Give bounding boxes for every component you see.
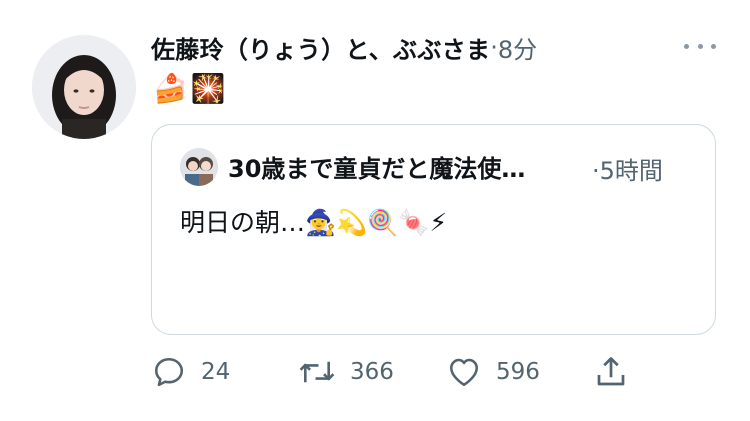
retweet-button[interactable]: 366	[298, 352, 394, 392]
tweet-text: 🍰🎇	[153, 71, 229, 107]
more-icon[interactable]	[684, 36, 716, 56]
quoted-time-separator: ·	[592, 157, 600, 185]
tweet-actions: 24 366 596	[151, 352, 641, 392]
cake-emoji: 🍰	[153, 72, 191, 105]
share-button[interactable]	[593, 352, 629, 392]
like-count: 596	[496, 359, 540, 385]
author-display-name[interactable]: 佐藤玲（りょう）と、ぶぶさま	[151, 36, 490, 64]
tweet-timestamp[interactable]: 8分	[498, 36, 537, 64]
heart-icon	[449, 358, 479, 387]
reply-icon	[154, 357, 184, 387]
quoted-author-display-name: 30歳まで童貞だと魔法使…	[228, 155, 526, 183]
more-dot	[711, 43, 716, 49]
author-avatar[interactable]	[32, 35, 136, 139]
quoted-author-avatar	[180, 148, 218, 186]
time-separator: ·	[490, 33, 498, 62]
tweet-header: 佐藤玲（りょう）と、ぶぶさま·8分	[151, 30, 711, 68]
quoted-time-ago: 5時間	[599, 157, 663, 185]
share-icon	[597, 357, 625, 386]
reply-count: 24	[201, 359, 231, 385]
quoted-tweet-text: 明日の朝…🧙‍♀️💫🍭🍬⚡	[180, 208, 448, 237]
quoted-tweet-timestamp: ·5時間	[592, 151, 663, 186]
more-dot	[697, 43, 703, 49]
retweet-count: 366	[350, 359, 394, 385]
quoted-tweet-card[interactable]: 30歳まで童貞だと魔法使… ·5時間 明日の朝…🧙‍♀️💫🍭🍬⚡	[151, 124, 716, 335]
like-button[interactable]: 596	[446, 352, 540, 392]
retweet-icon	[299, 361, 335, 383]
fireworks-emoji: 🎇	[190, 72, 229, 105]
reply-button[interactable]: 24	[151, 352, 230, 392]
more-dot	[684, 43, 689, 49]
